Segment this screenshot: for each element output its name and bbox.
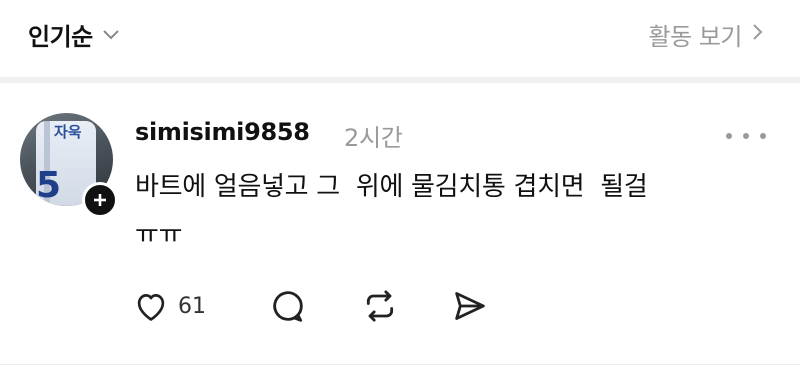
like-button[interactable]: 61 xyxy=(132,282,206,330)
comment-button[interactable] xyxy=(268,282,308,330)
chevron-right-icon xyxy=(750,21,764,47)
activity-label: 활동 보기 xyxy=(648,22,743,51)
plus-icon xyxy=(94,194,106,206)
like-count: 61 xyxy=(178,293,206,319)
comment-icon xyxy=(273,291,303,322)
comments-header: 인기순 활동 보기 xyxy=(0,0,800,68)
post-text: 바트에 얼음넣고 그 위에 물김치통 겹치면 될걸 ㅠㅠ xyxy=(135,172,648,250)
avatar-jersey-text: 자욱 xyxy=(54,123,82,141)
more-dot-icon xyxy=(726,133,732,139)
chevron-down-icon xyxy=(101,26,121,45)
section-divider xyxy=(0,77,800,83)
repost-button[interactable] xyxy=(360,282,400,330)
follow-button[interactable] xyxy=(82,182,118,218)
share-icon xyxy=(455,292,485,320)
more-dot-icon xyxy=(743,133,749,139)
heart-icon xyxy=(137,294,165,321)
username[interactable]: simisimi9858 xyxy=(135,118,310,146)
repost-icon xyxy=(366,290,394,322)
sort-dropdown[interactable]: 인기순 xyxy=(28,14,121,54)
avatar-jersey-number: 5 xyxy=(36,165,62,206)
timestamp: 2시간 xyxy=(344,124,403,152)
view-activity-link[interactable]: 활동 보기 xyxy=(649,14,764,54)
sort-label: 인기순 xyxy=(28,22,93,51)
more-dot-icon xyxy=(760,133,766,139)
bottom-divider xyxy=(0,364,800,365)
share-button[interactable] xyxy=(450,282,490,330)
more-options-button[interactable] xyxy=(726,124,766,148)
